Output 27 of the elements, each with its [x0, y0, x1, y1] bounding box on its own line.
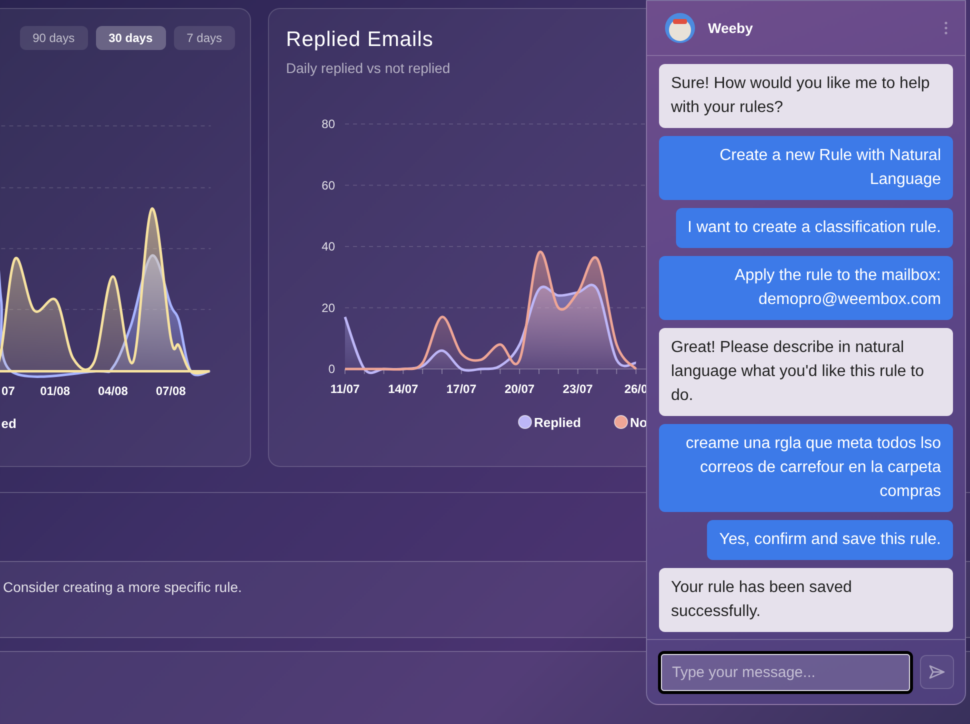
bot-message: Great! Please describe in natural language what you'd like this rule to do.	[659, 328, 953, 416]
chat-title: Weeby	[708, 18, 754, 38]
user-message: creame una rgla que meta todos lso correos de carrefour en la carpeta compras	[659, 424, 953, 512]
axis-label: 07/08	[156, 384, 186, 398]
bot-message: Your rule has been saved successfully.	[659, 568, 953, 632]
axis-label: 11/07	[330, 382, 360, 396]
user-message: Create a new Rule with Natural Language	[659, 136, 953, 200]
card-title: Replied Emails	[285, 27, 434, 53]
axis-label: 20/07	[504, 382, 535, 396]
axis-label: 20	[322, 300, 335, 314]
axis-label: 80	[322, 116, 335, 130]
axis-label: 07	[2, 384, 15, 398]
axis-label: 40	[322, 239, 335, 253]
legend-label: ed	[1, 416, 16, 432]
axis-label: 17/07	[446, 382, 476, 396]
notice-text: Consider creating a more specific rule.	[3, 578, 242, 597]
axis-label: 04/08	[98, 384, 128, 398]
axis-label: 60	[322, 178, 335, 192]
user-message: Apply the rule to the mailbox: demopro@weembox.com	[659, 256, 953, 320]
bot-message: Sure! How would you like me to help with your rules?	[659, 64, 953, 128]
user-message: Yes, confirm and save this rule.	[707, 520, 953, 560]
card-subtitle: Daily replied vs not replied	[285, 58, 452, 78]
axis-label: 14/07	[388, 382, 418, 396]
user-message: I want to create a classification rule.	[676, 208, 953, 248]
axis-label: 01/08	[40, 384, 70, 398]
axis-label: 0	[328, 362, 335, 376]
axis-label: 23/07	[562, 382, 593, 396]
